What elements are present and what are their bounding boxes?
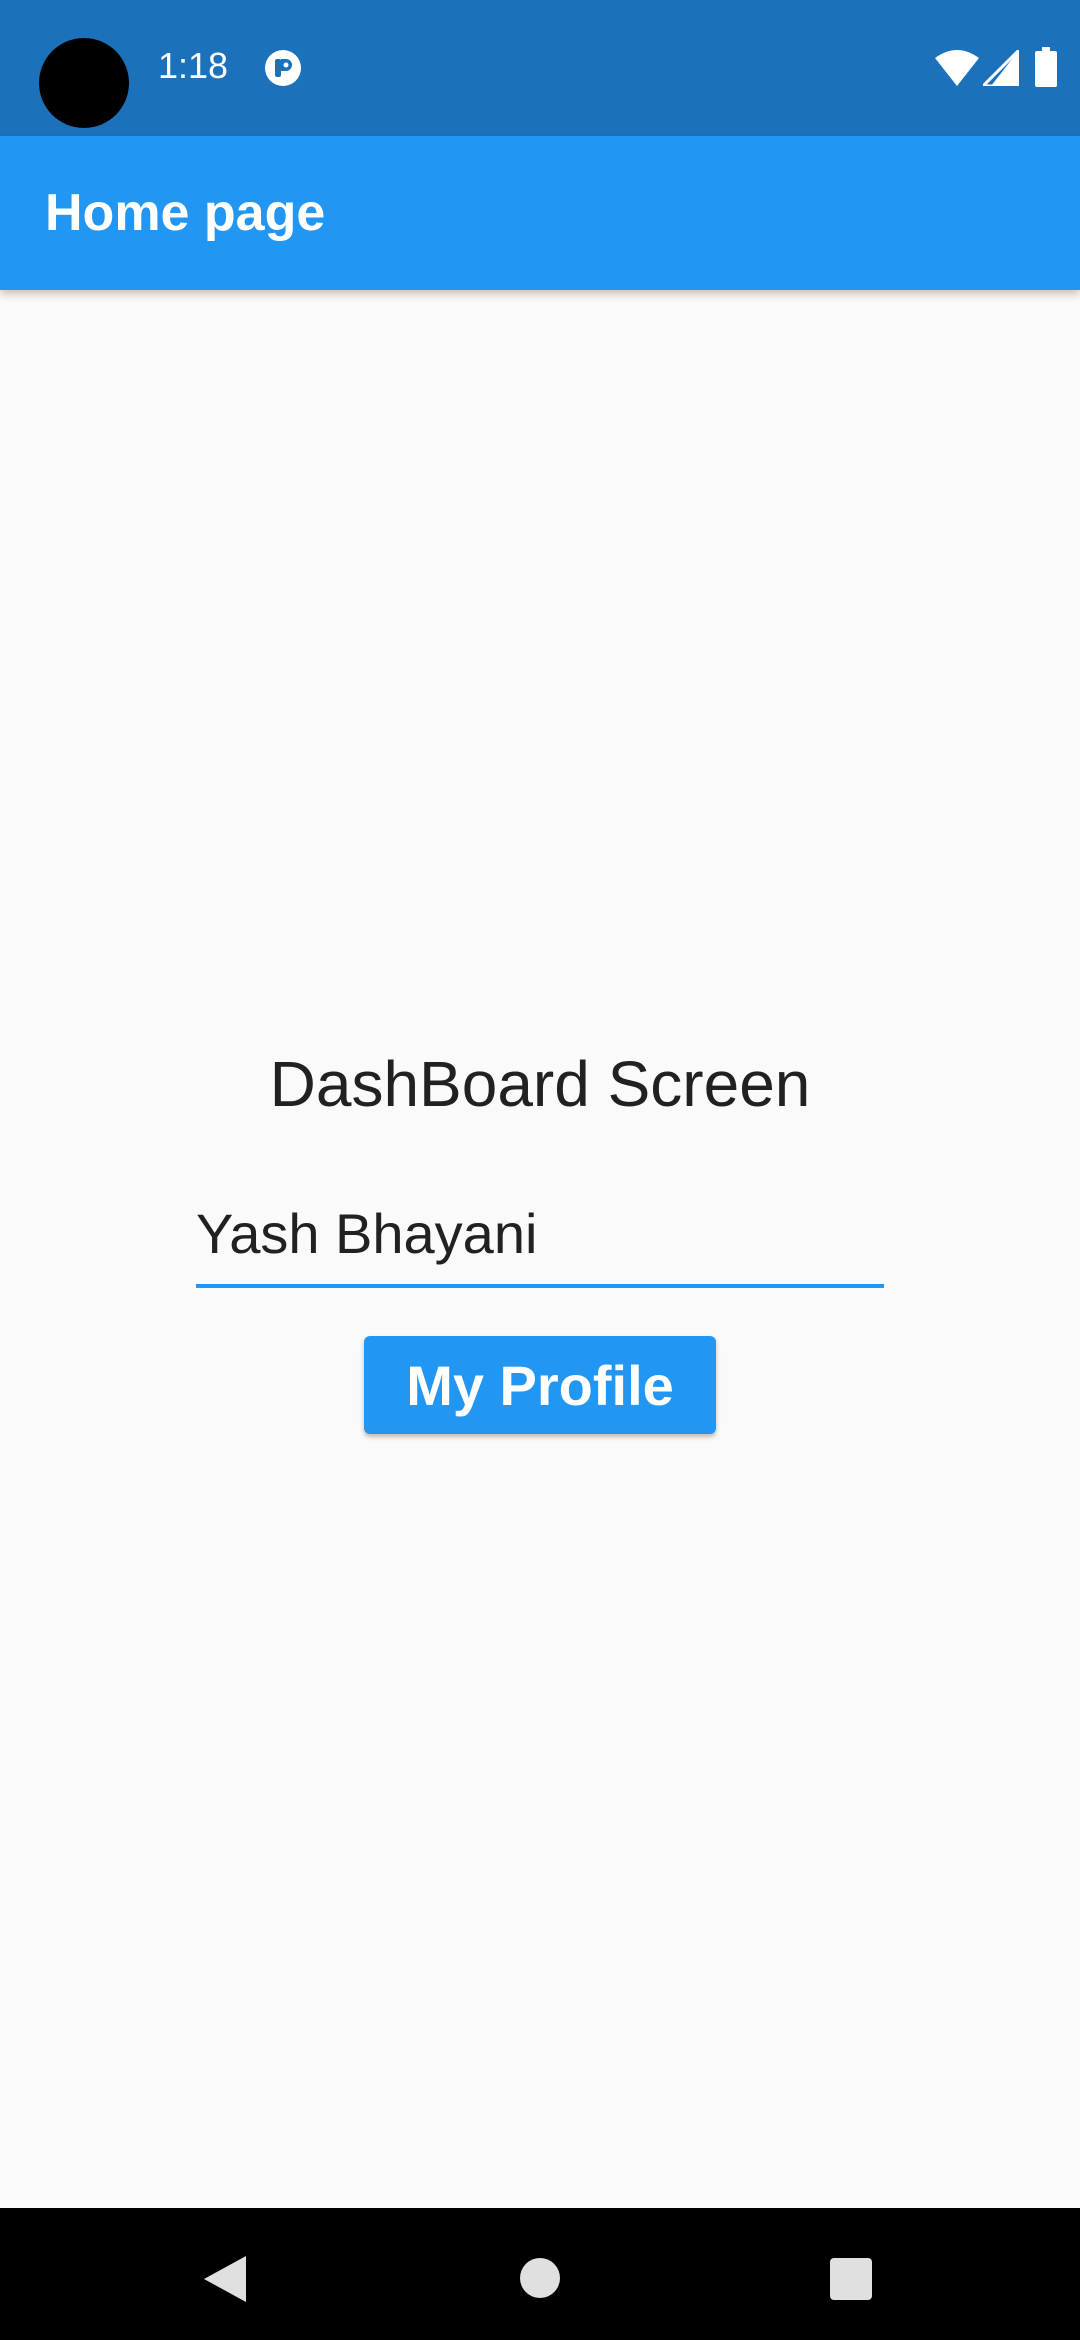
- status-bar: 1:18: [0, 0, 1080, 136]
- wifi-icon: [935, 50, 979, 86]
- notification-icon: [265, 50, 301, 86]
- my-profile-button[interactable]: My Profile: [364, 1336, 716, 1434]
- name-field[interactable]: [196, 1182, 884, 1288]
- home-icon[interactable]: [520, 2258, 560, 2298]
- app-bar: Home page: [0, 136, 1080, 290]
- app-bar-title: Home page: [45, 184, 326, 242]
- signal-icon: [983, 50, 1019, 86]
- back-icon[interactable]: [204, 2256, 246, 2302]
- status-time: 1:18: [158, 45, 229, 86]
- recents-icon[interactable]: [830, 2258, 872, 2300]
- dashboard-heading: DashBoard Screen: [269, 1048, 811, 1120]
- navigation-bar: [0, 2208, 1080, 2340]
- camera-cutout: [39, 38, 129, 128]
- battery-icon: [1035, 47, 1057, 87]
